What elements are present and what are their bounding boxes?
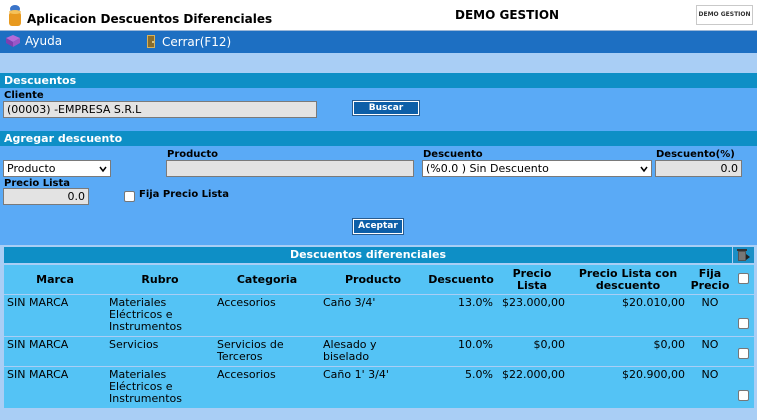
cell-marca: SIN MARCA xyxy=(4,337,106,366)
table-row: SIN MARCA Materiales Eléctricos e Instru… xyxy=(4,295,754,336)
cell-descuento: 10.0% xyxy=(426,337,496,366)
cell-producto: Caño 3/4' xyxy=(320,295,426,336)
cell-producto: Caño 1' 3/4' xyxy=(320,367,426,408)
cell-descuento: 13.0% xyxy=(426,295,496,336)
help-label: Ayuda xyxy=(25,34,63,48)
delete-column-header xyxy=(733,247,754,263)
cell-precio-lista: $23.000,00 xyxy=(496,295,568,336)
col-header-fija-precio[interactable]: Fija Precio xyxy=(688,265,732,294)
cell-fija-precio: NO xyxy=(688,367,732,408)
col-header-marca[interactable]: Marca xyxy=(4,265,106,294)
col-header-producto[interactable]: Producto xyxy=(320,265,426,294)
search-button[interactable]: Buscar xyxy=(352,100,420,116)
type-select[interactable]: Producto xyxy=(3,160,111,177)
cell-fija-precio: NO xyxy=(688,295,732,336)
title-bar: Aplicacion Descuentos Diferenciales DEMO… xyxy=(0,0,757,31)
fix-price-label: Fija Precio Lista xyxy=(139,189,229,200)
fix-price-checkbox[interactable] xyxy=(124,191,135,202)
col-header-rubro[interactable]: Rubro xyxy=(106,265,214,294)
table-header-row: Marca Rubro Categoria Producto Descuento… xyxy=(4,265,754,294)
table-row: SIN MARCA Servicios Servicios de Tercero… xyxy=(4,337,754,366)
spacer-band xyxy=(0,53,757,71)
list-price-field[interactable]: 0.0 xyxy=(3,188,89,205)
close-menu-item[interactable]: Cerrar(F12) xyxy=(144,34,231,49)
cell-descuento: 5.0% xyxy=(426,367,496,408)
select-all-checkbox[interactable] xyxy=(737,272,749,284)
row-checkbox[interactable] xyxy=(737,348,749,359)
cell-categoria: Accesorios xyxy=(214,367,320,408)
table-row: SIN MARCA Materiales Eléctricos e Instru… xyxy=(4,367,754,408)
cell-rubro: Servicios xyxy=(106,337,214,366)
app-icon xyxy=(9,5,21,26)
exit-door-icon xyxy=(147,35,155,48)
cell-precio-descuento: $0,00 xyxy=(568,337,688,366)
row-checkbox[interactable] xyxy=(737,318,749,329)
discount-label: Descuento xyxy=(423,149,483,160)
accept-button[interactable]: Aceptar xyxy=(352,218,404,235)
cell-precio-lista: $0,00 xyxy=(496,337,568,366)
cell-producto: Alesado y biselado xyxy=(320,337,426,366)
cell-rubro: Materiales Eléctricos e Instrumentos xyxy=(106,367,214,408)
cell-fija-precio: NO xyxy=(688,337,732,366)
row-select-cell xyxy=(732,337,754,366)
cell-marca: SIN MARCA xyxy=(4,295,106,336)
row-select-cell xyxy=(732,295,754,336)
cell-rubro: Materiales Eléctricos e Instrumentos xyxy=(106,295,214,336)
cell-precio-descuento: $20.010,00 xyxy=(568,295,688,336)
row-checkbox[interactable] xyxy=(737,390,749,401)
client-field[interactable]: (00003) -EMPRESA S.R.L xyxy=(3,101,317,118)
discount-select[interactable]: (%0.0 ) Sin Descuento xyxy=(422,160,652,177)
col-header-categoria[interactable]: Categoria xyxy=(214,265,320,294)
help-menu-item[interactable]: Ayuda xyxy=(5,34,62,48)
descuentos-section-header: Descuentos xyxy=(0,73,757,88)
book-icon xyxy=(6,35,20,47)
product-label: Producto xyxy=(167,149,218,160)
discount-select-value: (%0.0 ) Sin Descuento xyxy=(426,162,549,175)
chevron-down-icon xyxy=(99,166,107,173)
product-field[interactable] xyxy=(166,160,414,177)
chevron-down-icon xyxy=(640,166,648,173)
close-label: Cerrar(F12) xyxy=(162,34,232,49)
company-name: DEMO GESTION xyxy=(455,8,560,22)
cell-precio-lista: $22.000,00 xyxy=(496,367,568,408)
cell-categoria: Servicios de Terceros xyxy=(214,337,320,366)
discount-pct-label: Descuento(%) xyxy=(656,149,735,160)
company-logo: DEMO GESTION xyxy=(696,5,753,25)
col-header-descuento[interactable]: Descuento xyxy=(426,265,496,294)
app-title: Aplicacion Descuentos Diferenciales xyxy=(27,12,273,26)
client-label: Cliente xyxy=(4,90,44,101)
descuentos-panel: Cliente (00003) -EMPRESA S.R.L Buscar xyxy=(0,88,757,131)
cell-marca: SIN MARCA xyxy=(4,367,106,408)
col-header-precio-lista[interactable]: Precio Lista xyxy=(496,265,568,294)
type-select-value: Producto xyxy=(7,162,56,175)
cell-precio-descuento: $20.900,00 xyxy=(568,367,688,408)
table-title: Descuentos diferenciales xyxy=(4,247,732,263)
menu-bar: Ayuda Cerrar(F12) xyxy=(0,31,757,53)
row-select-cell xyxy=(732,367,754,408)
select-all-cell xyxy=(732,265,754,294)
trash-icon[interactable] xyxy=(735,248,751,262)
add-discount-section-header: Agregar descuento xyxy=(0,131,757,146)
col-header-precio-descuento[interactable]: Precio Lista con descuento xyxy=(568,265,688,294)
add-discount-panel: Producto Producto Descuento (%0.0 ) Sin … xyxy=(0,146,757,245)
cell-categoria: Accesorios xyxy=(214,295,320,336)
discount-pct-field[interactable]: 0.0 xyxy=(655,160,742,177)
discounts-table: Marca Rubro Categoria Producto Descuento… xyxy=(4,264,754,409)
